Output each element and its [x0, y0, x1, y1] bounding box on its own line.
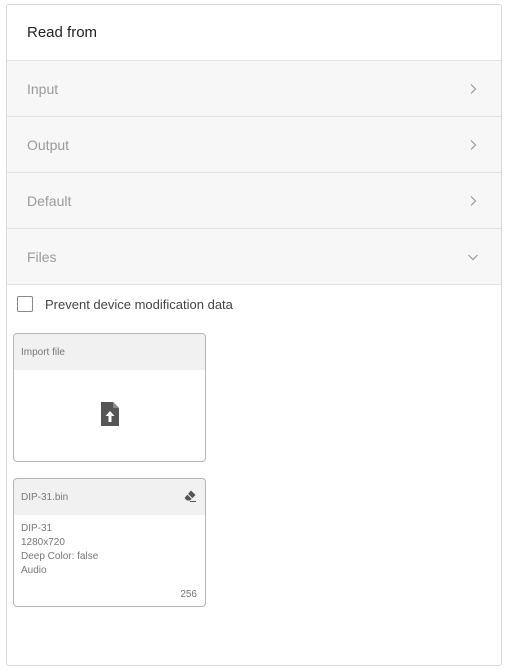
- prevent-modification-checkbox[interactable]: [17, 296, 33, 312]
- file-name: DIP-31.bin: [21, 491, 69, 503]
- file-detail-line: Deep Color: false: [21, 551, 99, 562]
- prevent-modification-row[interactable]: Prevent device modification data: [7, 285, 501, 323]
- files-section-body: Prevent device modification data Import …: [7, 285, 501, 665]
- section-input[interactable]: Input: [7, 61, 501, 117]
- chevron-right-icon: [465, 81, 481, 97]
- read-from-panel: Read from Input Output Default Files Pre…: [6, 4, 502, 666]
- section-label: Output: [27, 136, 70, 153]
- file-details: DIP-31 1280x720 Deep Color: false Audio …: [14, 515, 205, 605]
- section-files[interactable]: Files: [7, 229, 501, 285]
- file-detail-line: 1280x720: [21, 537, 65, 548]
- file-upload-icon: [100, 401, 120, 432]
- chevron-down-icon: [465, 249, 481, 265]
- chevron-right-icon: [465, 193, 481, 209]
- file-count: 256: [180, 589, 197, 600]
- section-default[interactable]: Default: [7, 173, 501, 229]
- file-detail-line: DIP-31: [21, 523, 53, 534]
- panel-title: Read from: [7, 5, 501, 61]
- eraser-icon[interactable]: [183, 489, 197, 506]
- section-label: Files: [27, 248, 57, 265]
- upload-area[interactable]: [14, 370, 205, 461]
- prevent-modification-label: Prevent device modification data: [45, 296, 233, 312]
- import-file-title: Import file: [14, 334, 205, 370]
- section-output[interactable]: Output: [7, 117, 501, 173]
- section-label: Default: [27, 192, 72, 209]
- file-card[interactable]: DIP-31.bin DIP-31 1280x720 Deep Color: f…: [13, 478, 206, 607]
- file-card-header: DIP-31.bin: [14, 479, 205, 515]
- file-detail-line: Audio: [21, 565, 47, 576]
- import-file-card[interactable]: Import file: [13, 333, 206, 462]
- chevron-right-icon: [465, 137, 481, 153]
- section-label: Input: [27, 80, 59, 97]
